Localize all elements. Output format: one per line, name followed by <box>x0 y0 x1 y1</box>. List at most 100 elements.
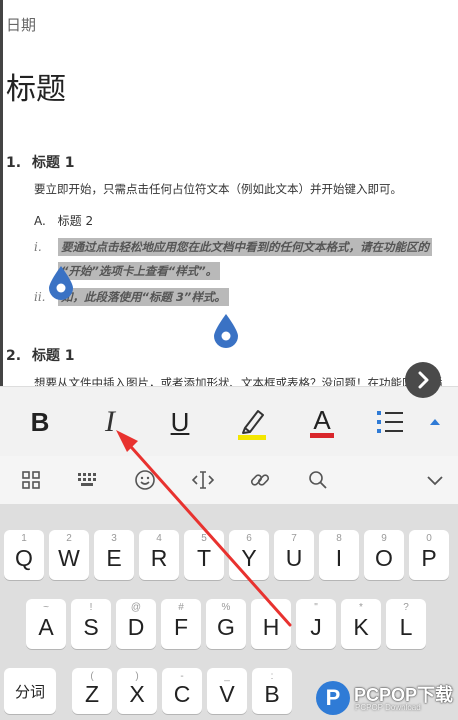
key-g[interactable]: % G <box>206 599 246 649</box>
key-c[interactable]: -C <box>162 668 202 714</box>
font-color-button[interactable]: A <box>298 387 346 457</box>
key-secondary-label: : <box>270 671 274 682</box>
key-label: T <box>196 544 212 571</box>
key-label: P <box>421 544 437 571</box>
key-y[interactable]: 6Y <box>229 530 269 580</box>
date-placeholder[interactable]: 日期 <box>6 14 36 35</box>
key-f[interactable]: # F <box>161 599 201 649</box>
key-secondary-label: ? <box>403 602 409 613</box>
selected-text-line[interactable]: “开始”选项卡上查看“样式”。 <box>58 262 221 280</box>
keyboard-icon <box>78 473 96 486</box>
watermark: P PCPOP下载 PCPOP Download <box>312 675 458 720</box>
key-h[interactable]: " H <box>251 599 291 649</box>
heading-2[interactable]: A. 标题 2 <box>34 212 93 229</box>
chevron-right-icon <box>418 371 429 389</box>
key-o[interactable]: 9O <box>364 530 404 580</box>
document-canvas[interactable]: 日期 标题 1. 标题 1 要立即开始，只需点击任何占位符文本（例如此文本）并开… <box>0 0 458 386</box>
key-w[interactable]: 2W <box>49 530 89 580</box>
key-label: C <box>173 680 191 707</box>
keyboard-layout-button[interactable] <box>68 456 108 504</box>
key-label: L <box>399 613 413 640</box>
selected-text-line[interactable]: 如，此段落使用“标题 3”样式。 <box>58 288 229 306</box>
key-label: Z <box>84 680 100 707</box>
italic-button[interactable]: I <box>88 387 132 457</box>
key-v[interactable]: _ V <box>207 668 247 714</box>
segment-key[interactable]: 分词 <box>4 668 56 714</box>
key-secondary-label: ) <box>135 671 139 682</box>
key-label: J <box>310 613 322 640</box>
bullet-list-button[interactable] <box>370 387 410 457</box>
grid-button[interactable] <box>11 456 51 504</box>
heading-number: A. <box>34 214 46 228</box>
key-label: K <box>353 613 369 640</box>
segment-key-label: 分词 <box>14 683 45 701</box>
key-secondary-label: 7 <box>291 533 297 544</box>
bold-icon: B <box>30 406 50 437</box>
cursor-move-icon <box>191 471 215 489</box>
cursor-move-button[interactable] <box>183 456 223 504</box>
key-label: U <box>285 544 303 571</box>
page-edge <box>0 0 3 386</box>
key-r[interactable]: 4R <box>139 530 179 580</box>
key-j[interactable]: " J <box>296 599 336 649</box>
key-x[interactable]: ) X <box>117 668 157 714</box>
key-secondary-label: _ <box>224 671 230 682</box>
key-label: W <box>58 544 80 571</box>
key-secondary-label: ~ <box>43 602 49 613</box>
list-numeral: i. <box>34 240 42 254</box>
key-label: S <box>83 613 99 640</box>
list-icon <box>377 411 403 433</box>
emoji-icon <box>135 470 155 490</box>
emoji-button[interactable] <box>125 456 165 504</box>
key-secondary-label: ( <box>90 671 94 682</box>
key-secondary-label: 4 <box>156 533 162 544</box>
keyboard-tool-row <box>0 456 458 505</box>
bold-button[interactable]: B <box>18 387 62 457</box>
hide-keyboard-button[interactable] <box>415 456 455 504</box>
key-b[interactable]: :B <box>252 668 292 714</box>
heading-number: 2. <box>6 348 22 364</box>
highlight-button[interactable] <box>228 387 276 457</box>
heading-1-second[interactable]: 2. 标题 1 <box>6 345 75 365</box>
body-paragraph[interactable]: 要立即开始，只需点击任何占位符文本（例如此文本）并开始键入即可。 <box>34 181 402 197</box>
key-e[interactable]: 3E <box>94 530 134 580</box>
key-label: B <box>264 680 280 707</box>
key-i[interactable]: 8I <box>319 530 359 580</box>
link-icon <box>250 474 270 486</box>
key-label: V <box>219 680 235 707</box>
key-k[interactable]: * K <box>341 599 381 649</box>
key-a[interactable]: ~ A <box>26 599 66 649</box>
link-button[interactable] <box>240 456 280 504</box>
key-secondary-label: " <box>269 602 273 613</box>
highlighter-icon <box>238 410 266 440</box>
key-secondary-label: 9 <box>381 533 387 544</box>
key-secondary-label: # <box>178 602 184 613</box>
key-q[interactable]: 1Q <box>4 530 44 580</box>
selection-start-handle[interactable] <box>49 266 73 300</box>
key-secondary-label: 6 <box>246 533 252 544</box>
key-secondary-label: " <box>314 602 318 613</box>
key-label: F <box>173 613 189 640</box>
watermark-logo: P <box>316 681 350 715</box>
selection-end-handle[interactable] <box>214 314 238 348</box>
underline-icon: U <box>170 406 190 437</box>
italic-icon: I <box>105 405 115 438</box>
selected-text-line[interactable]: 要通过点击轻松地应用您在此文档中看到的任何文本格式，请在功能区的 <box>58 238 432 256</box>
underline-button[interactable]: U <box>158 387 202 457</box>
key-label: X <box>129 680 145 707</box>
key-u[interactable]: 7U <box>274 530 314 580</box>
key-secondary-label: * <box>359 602 363 613</box>
toolbar-scroll-button[interactable] <box>405 362 441 398</box>
document-title[interactable]: 标题 <box>6 64 66 108</box>
key-label: A <box>38 613 54 640</box>
heading-1-first[interactable]: 1. 标题 1 <box>6 152 75 172</box>
key-p[interactable]: 0P <box>409 530 449 580</box>
search-button[interactable] <box>298 456 338 504</box>
key-d[interactable]: @ D <box>116 599 156 649</box>
key-secondary-label: 8 <box>336 533 342 544</box>
key-s[interactable]: ! S <box>71 599 111 649</box>
key-l[interactable]: ? L <box>386 599 426 649</box>
body-paragraph[interactable]: 想要从文件中插入图片，或者添加形状、文本框或表格？没问题！在功能区的“插 <box>34 375 442 386</box>
key-t[interactable]: 5T <box>184 530 224 580</box>
key-z[interactable]: (Z <box>72 668 112 714</box>
